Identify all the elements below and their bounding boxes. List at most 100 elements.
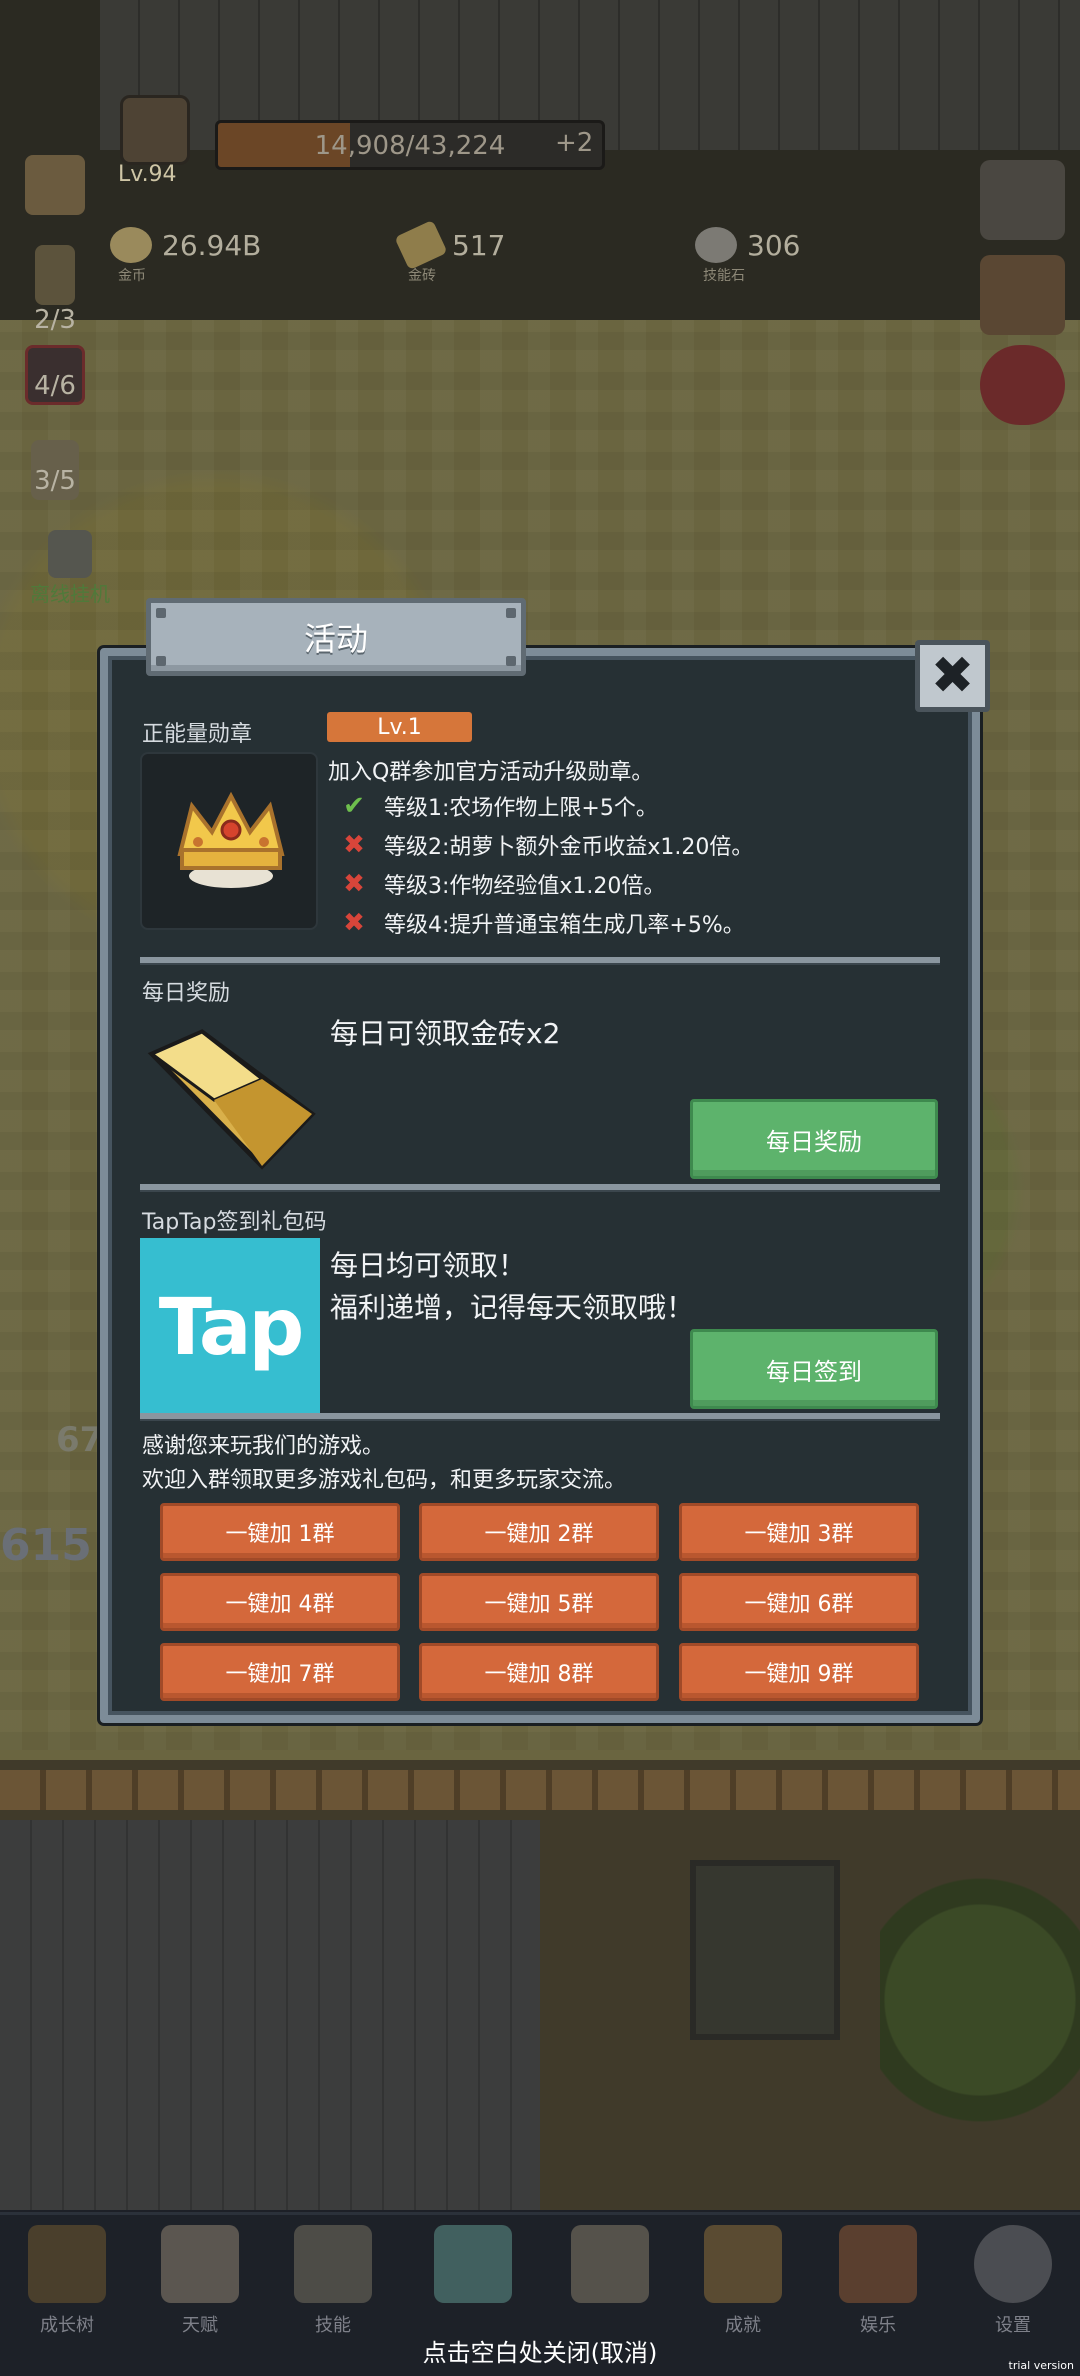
join-group-3-button[interactable]: 一键加 3群 (679, 1503, 919, 1561)
close-icon: ✖ (930, 646, 975, 706)
daily-reward-button[interactable]: 每日奖励 (690, 1099, 938, 1179)
candle-count: 2/3 (34, 305, 76, 335)
sword-shortcut[interactable] (980, 160, 1065, 240)
offline-auto-button[interactable]: 离线挂机 (10, 530, 130, 607)
cross-icon: ✖ (343, 908, 365, 938)
section-divider (140, 1184, 940, 1190)
tab-settings[interactable]: 设置 (958, 2225, 1068, 2337)
section-divider (140, 957, 940, 963)
player-avatar[interactable] (120, 95, 190, 165)
gold-brick-icon (394, 219, 448, 271)
rivet (506, 608, 516, 618)
fence (0, 1770, 1080, 1810)
dice-shortcut[interactable]: 4/6 (20, 345, 90, 405)
house-roof (0, 1820, 540, 2210)
gold-caption: 金币 (118, 268, 146, 284)
floating-number: 67 (56, 1420, 104, 1460)
dialog-title-plate: 活动 (146, 598, 526, 676)
daily-reward-text: 每日可领取金砖x2 (330, 1017, 561, 1050)
rivet (156, 608, 166, 618)
stone-value: 306 (747, 228, 801, 262)
dialog-title: 活动 (303, 620, 368, 658)
section-divider (140, 1413, 940, 1419)
join-group-9-button[interactable]: 一键加 9群 (679, 1643, 919, 1701)
close-hint[interactable]: 点击空白处关闭(取消) (0, 2333, 1080, 2368)
book-icon (28, 2225, 106, 2303)
daily-section-title: 每日奖励 (142, 981, 231, 1006)
skill-stone-counter: 306 技能石 (695, 215, 801, 284)
tab-map[interactable] (555, 2225, 665, 2311)
thanks-text: 感谢您来玩我们的游戏。 (142, 1434, 385, 1459)
gold-value: 26.94B (162, 228, 262, 262)
skill-stone-icon (695, 227, 737, 263)
join-group-8-button[interactable]: 一键加 8群 (419, 1643, 659, 1701)
taptap-section-title: TapTap签到礼包码 (142, 1210, 327, 1235)
invite-text: 欢迎入群领取更多游戏礼包码，和更多玩家交流。 (142, 1468, 627, 1493)
map-icon (571, 2225, 649, 2303)
gear-icon (974, 2225, 1052, 2303)
tab-achievements[interactable]: 成就 (688, 2225, 798, 2337)
tab-entertainment[interactable]: 娱乐 (823, 2225, 933, 2337)
join-group-1-button[interactable]: 一键加 1群 (160, 1503, 400, 1561)
brick-caption: 金砖 (408, 268, 436, 284)
join-group-4-button[interactable]: 一键加 4群 (160, 1573, 400, 1631)
rivet (156, 656, 166, 666)
offline-auto-label: 离线挂机 (30, 582, 110, 606)
join-group-6-button[interactable]: 一键加 6群 (679, 1573, 919, 1631)
medal-frame (140, 752, 318, 930)
medal-description: 加入Q群参加官方活动升级勋章。 (328, 760, 654, 785)
gold-counter: 26.94B 金币 (110, 215, 262, 284)
key-icon (704, 2225, 782, 2303)
tab-skills[interactable]: 技能 (278, 2225, 388, 2337)
candle-icon (35, 245, 75, 305)
dice-count: 4/6 (34, 371, 76, 401)
tree (880, 1860, 1080, 2140)
medal-tier-row: ✔ 等级1:农场作物上限+5个。 (340, 790, 658, 822)
join-group-2-button[interactable]: 一键加 2群 (419, 1503, 659, 1561)
crystal-icon (434, 2225, 512, 2303)
medal-tier-row: ✖ 等级3:作物经验值x1.20倍。 (340, 868, 665, 900)
close-button[interactable]: ✖ (915, 640, 990, 712)
xp-bar: 14,908/43,224 (215, 120, 605, 170)
xp-bonus: +2 (555, 128, 594, 158)
brick-value: 517 (452, 228, 506, 262)
key-icon (48, 530, 92, 578)
join-group-5-button[interactable]: 一键加 5群 (419, 1573, 659, 1631)
trial-watermark: trial version (1008, 2359, 1074, 2372)
check-icon: ✔ (343, 791, 365, 821)
tab-talent[interactable]: 天赋 (145, 2225, 255, 2337)
floating-number: 615 (0, 1520, 92, 1571)
player-level: Lv.94 (118, 162, 177, 187)
medal-tier-row: ✖ 等级4:提升普通宝箱生成几率+5%。 (340, 907, 745, 939)
cross-icon: ✖ (343, 869, 365, 899)
tier-text: 等级3:作物经验值x1.20倍。 (384, 874, 666, 899)
taptap-logo: Tap (140, 1238, 320, 1418)
xp-text: 14,908/43,224 (314, 131, 506, 161)
tier-text: 等级4:提升普通宝箱生成几率+5%。 (384, 913, 745, 938)
medal-level-badge: Lv.1 (327, 712, 472, 742)
crown-shortcut[interactable] (20, 155, 90, 215)
stone-caption: 技能石 (703, 268, 745, 284)
candle-shortcut[interactable]: 2/3 (20, 245, 90, 335)
scroll-icon (161, 2225, 239, 2303)
gold-brick-reward-icon (147, 1029, 316, 1170)
medal-tier-row: ✖ 等级2:胡萝卜额外金币收益x1.20倍。 (340, 829, 753, 861)
cup-count: 3/5 (34, 466, 76, 496)
well (690, 1860, 840, 2040)
crown-medal-icon (177, 791, 285, 888)
tab-growth-tree[interactable]: 成长树 (12, 2225, 122, 2337)
tier-text: 等级2:胡萝卜额外金币收益x1.20倍。 (384, 835, 754, 860)
tab-crystal[interactable] (418, 2225, 528, 2311)
taptap-line-1: 每日均可领取！ (330, 1249, 527, 1282)
rivet (506, 656, 516, 666)
gold-coin-icon (110, 227, 152, 263)
scroll-icon (839, 2225, 917, 2303)
chest-shortcut[interactable] (980, 255, 1065, 335)
cross-icon: ✖ (343, 830, 365, 860)
tier-text: 等级1:农场作物上限+5个。 (384, 796, 658, 821)
join-group-7-button[interactable]: 一键加 7群 (160, 1643, 400, 1701)
daily-signin-button[interactable]: 每日签到 (690, 1329, 938, 1409)
cup-shortcut[interactable]: 3/5 (20, 440, 90, 500)
medal-section-title: 正能量勋章 (142, 722, 253, 747)
heart-shortcut[interactable] (980, 345, 1065, 425)
